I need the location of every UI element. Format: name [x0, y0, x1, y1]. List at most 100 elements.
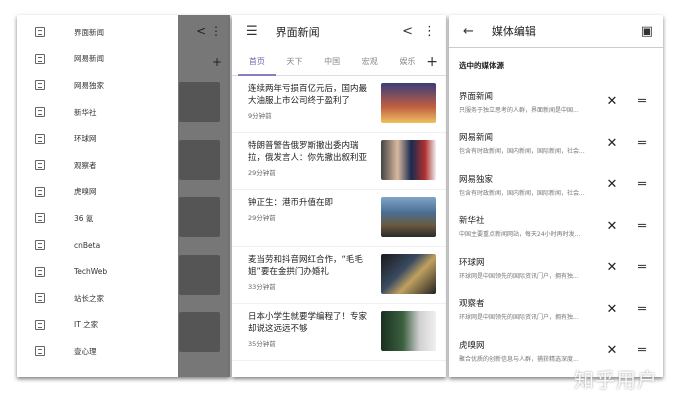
news-time: 33分钟前 — [248, 283, 276, 291]
drawer-item[interactable]: 网易独家 — [17, 72, 178, 99]
news-source-icon — [35, 293, 45, 304]
page-title: 界面新闻 — [275, 25, 320, 39]
share-icon[interactable]: < — [402, 24, 413, 39]
news-source-icon — [35, 133, 45, 144]
news-item[interactable]: 麦当劳和抖音网红合作，“毛毛姐”要在金拱门办婚礼 33分钟前 — [232, 247, 446, 304]
news-source-icon — [35, 213, 45, 224]
back-arrow-icon[interactable]: ← — [463, 24, 474, 39]
media-description: 只服务于独立思考的人群，界面新闻是中国... — [459, 106, 579, 114]
add-tab-icon: + — [211, 55, 222, 69]
drawer-item[interactable]: 观察者 — [17, 152, 178, 179]
tab[interactable]: 天下 — [276, 48, 314, 76]
news-thumbnail — [381, 83, 436, 123]
drawer-item[interactable]: TechWeb — [17, 258, 178, 285]
drawer-item[interactable]: 新华社 — [17, 99, 178, 126]
drawer-item[interactable]: 界面新闻 — [17, 19, 178, 46]
media-source-item: 环球网 环球网是中国领先的国际资讯门户，拥有独... ✕ ═ — [449, 247, 663, 289]
tab-bar: 首页 天下 中国 宏观 娱乐 + — [232, 48, 446, 76]
thumbnail — [179, 140, 220, 180]
drag-handle-icon[interactable]: ═ — [631, 343, 653, 358]
news-source-icon — [35, 346, 45, 357]
drag-handle-icon[interactable]: ═ — [631, 94, 653, 109]
add-tab-icon[interactable]: + — [426, 54, 438, 70]
section-header: 选中的媒体源 — [459, 61, 504, 70]
drawer-item-label: 新华社 — [74, 107, 97, 117]
app-bar: ☰ 界面新闻 < ⋮ — [232, 15, 446, 48]
drag-handle-icon[interactable]: ═ — [631, 260, 653, 275]
drawer-item-label: 36 氪 — [74, 213, 94, 223]
news-thumbnail — [381, 140, 436, 180]
news-item[interactable]: 钟正生：港币升值在即 29分钟前 — [232, 190, 446, 247]
drawer-item[interactable]: cnBeta — [17, 232, 178, 259]
news-thumbnail — [381, 311, 436, 351]
tab[interactable]: 中国 — [313, 48, 351, 76]
drag-handle-icon[interactable]: ═ — [631, 219, 653, 234]
media-description: 包含有时政新闻，国内新闻，国际新闻，社会... — [459, 148, 585, 156]
tab[interactable]: 宏观 — [351, 48, 389, 76]
drawer-item[interactable]: 壹心理 — [17, 338, 178, 365]
scrim[interactable]: < ⋮ + — [178, 15, 230, 377]
drawer-item[interactable]: 环球网 — [17, 125, 178, 152]
menu-icon[interactable]: ☰ — [246, 24, 258, 39]
news-item[interactable]: 连续两年亏损百亿元后，国内最大油服上市公司终于盈利了 9分钟前 — [232, 76, 446, 133]
drawer-item[interactable]: 网易新闻 — [17, 46, 178, 73]
watermark: 知乎用户 — [574, 368, 658, 392]
remove-icon[interactable]: ✕ — [601, 219, 623, 234]
remove-icon[interactable]: ✕ — [601, 177, 623, 192]
drawer-item-label: 界面新闻 — [74, 27, 104, 37]
media-name: 观察者 — [459, 299, 485, 310]
drawer-item[interactable]: 36 氪 — [17, 205, 178, 232]
remove-icon[interactable]: ✕ — [601, 260, 623, 275]
drag-handle-icon[interactable]: ═ — [631, 302, 653, 317]
drawer-item-label: 网易新闻 — [74, 54, 104, 64]
drawer-item[interactable]: 虎嗅网 — [17, 179, 178, 206]
tab[interactable]: 首页 — [238, 48, 276, 76]
news-time: 29分钟前 — [248, 214, 276, 222]
page-title: 媒体编辑 — [491, 25, 536, 38]
media-description: 包含有时政新闻，国内新闻，国际新闻，社会... — [459, 189, 585, 197]
news-source-icon — [35, 240, 45, 251]
save-icon[interactable]: ▣ — [641, 24, 653, 39]
app-bar: ← 媒体编辑 ▣ — [449, 15, 663, 48]
drawer-item[interactable]: 站长之家 — [17, 285, 178, 312]
media-name: 新华社 — [459, 216, 485, 227]
news-time: 9分钟前 — [248, 112, 272, 120]
news-item[interactable]: 日本小学生就要学编程了！专家却说这远远不够 35分钟前 — [232, 304, 446, 361]
remove-icon[interactable]: ✕ — [601, 302, 623, 317]
media-source-item: 新华社中国主要重点新闻网站，每天24小时再时发... ✕ ═ — [449, 206, 663, 248]
news-thumbnail — [381, 254, 436, 294]
media-description: 中国主要重点新闻网站，每天24小时再时发... — [459, 231, 581, 239]
news-source-icon — [35, 80, 45, 91]
remove-icon[interactable]: ✕ — [601, 136, 623, 151]
news-title: 日本小学生就要学编程了！专家却说这远远不够 — [248, 312, 368, 334]
news-time: 35分钟前 — [248, 340, 276, 348]
remove-icon[interactable]: ✕ — [601, 94, 623, 109]
navigation-drawer: 界面新闻网易新闻网易独家新华社环球网观察者虎嗅网 36 氪 cnBeta TechWe… — [17, 15, 178, 377]
tab[interactable]: 娱乐 — [389, 48, 427, 76]
drawer-item-label: 虎嗅网 — [74, 187, 97, 197]
drag-handle-icon[interactable]: ═ — [631, 136, 653, 151]
media-source-item: 界面新闻 只服务于独立思考的人群，界面新闻是中国... ✕ ═ — [449, 81, 663, 123]
remove-icon[interactable]: ✕ — [601, 343, 623, 358]
share-icon: < ⋮ — [196, 24, 222, 38]
media-description: 聚合优质的创新信息与人群，捕获精选深度... — [459, 355, 579, 363]
news-source-icon — [35, 319, 45, 330]
more-icon[interactable]: ⋮ — [423, 24, 436, 39]
drawer-item-label: 环球网 — [74, 134, 97, 144]
drawer-item-label: IT 之家 — [74, 320, 99, 330]
drag-handle-icon[interactable]: ═ — [631, 177, 653, 192]
news-item[interactable]: 特朗普警告俄罗斯撤出委内瑞拉，俄发言人：你先撤出叙利亚 29分钟前 — [232, 133, 446, 190]
news-source-icon — [35, 266, 45, 277]
news-source-icon — [35, 107, 45, 118]
news-title: 麦当劳和抖音网红合作，“毛毛姐”要在金拱门办婚礼 — [248, 255, 363, 277]
drawer-item-label: 壹心理 — [74, 346, 97, 356]
news-title: 特朗普警告俄罗斯撤出委内瑞拉，俄发言人：你先撤出叙利亚 — [248, 141, 368, 163]
drawer-item-label: TechWeb — [74, 267, 108, 277]
news-source-icon — [35, 160, 45, 171]
drawer-item-label: 网易独家 — [74, 80, 104, 90]
drawer-item[interactable]: IT 之家 — [17, 312, 178, 339]
news-screen: ☰ 界面新闻 < ⋮ 首页 天下 中国 宏观 娱乐 + 连续两年亏损百亿元后，国内最大油服… — [232, 15, 446, 377]
thumbnail — [179, 255, 220, 295]
drawer-screen: < ⋮ + 界面新闻网易新闻网易独家新华社环球网观察者虎嗅网 36 氪 cnBeta… — [17, 15, 230, 377]
media-name: 网易新闻 — [459, 133, 494, 144]
